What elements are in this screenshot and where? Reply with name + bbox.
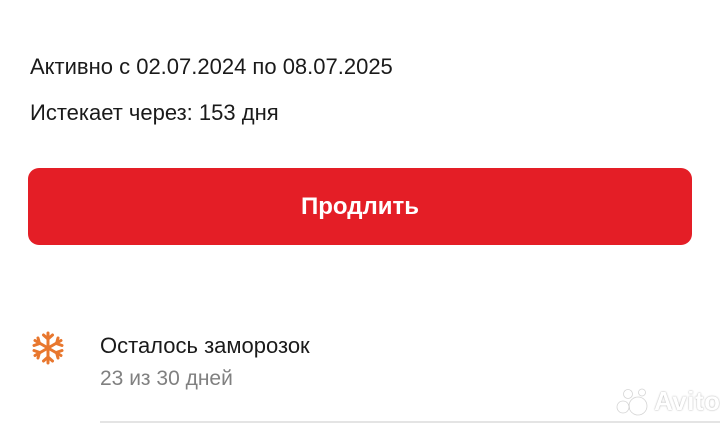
freezes-title: Осталось заморозок: [100, 333, 310, 358]
snowflake-icon: [32, 331, 64, 365]
avito-logo-icon: [616, 388, 648, 415]
active-period-text: Активно с 02.07.2024 по 08.07.2025: [30, 54, 393, 79]
freezes-remaining: 23 из 30 дней: [100, 367, 233, 390]
expires-in-text: Истекает через: 153 дня: [30, 100, 279, 125]
membership-screen: Активно с 02.07.2024 по 08.07.2025 Истек…: [0, 0, 720, 428]
divider: [100, 421, 720, 423]
avito-watermark-text: Avito: [654, 386, 720, 416]
extend-button[interactable]: Продлить: [28, 168, 692, 245]
extend-button-label: Продлить: [301, 192, 419, 220]
avito-watermark: Avito: [614, 386, 720, 417]
freezes-row[interactable]: Осталось заморозок 23 из 30 дней: [0, 318, 720, 428]
